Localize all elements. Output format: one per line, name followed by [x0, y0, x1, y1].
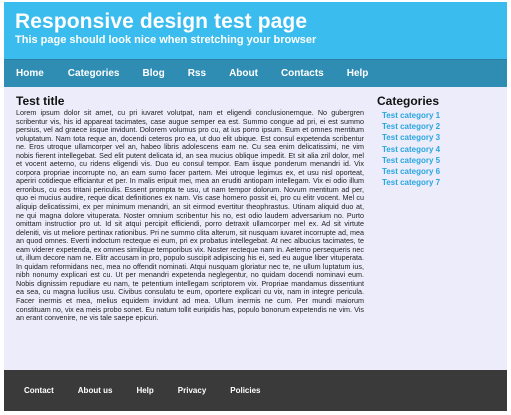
- article-body: Lorem ipsum dolor sit amet, cu pri iuvar…: [16, 108, 364, 323]
- category-list: Test category 1 Test category 2 Test cat…: [377, 110, 497, 188]
- sidebar-title: Categories: [377, 94, 440, 108]
- article-title: Test title: [16, 94, 65, 108]
- footer-link-policies[interactable]: Policies: [230, 386, 260, 395]
- category-link-5[interactable]: Test category 5: [382, 156, 440, 165]
- nav-item-home[interactable]: Home: [8, 68, 52, 79]
- main-article: Test title Lorem ipsum dolor sit amet, c…: [16, 95, 364, 323]
- site-header: Responsive design test page This page sh…: [4, 2, 507, 59]
- category-link-3[interactable]: Test category 3: [382, 133, 440, 142]
- footer-link-privacy[interactable]: Privacy: [178, 386, 206, 395]
- category-item: Test category 4: [382, 144, 497, 155]
- site-footer: Contact About us Help Privacy Policies: [4, 370, 507, 411]
- footer-link-about-us[interactable]: About us: [78, 386, 113, 395]
- footer-link-contact[interactable]: Contact: [24, 386, 54, 395]
- category-item: Test category 1: [382, 110, 497, 121]
- category-item: Test category 2: [382, 121, 497, 132]
- category-link-1[interactable]: Test category 1: [382, 111, 440, 120]
- category-item: Test category 3: [382, 132, 497, 143]
- category-link-2[interactable]: Test category 2: [382, 122, 440, 131]
- site-title: Responsive design test page: [15, 10, 308, 33]
- category-item: Test category 5: [382, 155, 497, 166]
- category-link-6[interactable]: Test category 6: [382, 167, 440, 176]
- nav-item-about[interactable]: About: [221, 68, 266, 79]
- nav-item-blog[interactable]: Blog: [134, 68, 172, 79]
- page: Responsive design test page This page sh…: [4, 2, 507, 411]
- category-item: Test category 7: [382, 177, 497, 188]
- footer-link-help[interactable]: Help: [136, 386, 153, 395]
- category-link-7[interactable]: Test category 7: [382, 178, 440, 187]
- nav-item-help[interactable]: Help: [339, 68, 377, 79]
- nav-item-categories[interactable]: Categories: [60, 68, 128, 79]
- content-area: Test title Lorem ipsum dolor sit amet, c…: [4, 87, 507, 371]
- main-nav: Home Categories Blog Rss About Contacts …: [4, 59, 507, 87]
- category-item: Test category 6: [382, 166, 497, 177]
- sidebar: Categories Test category 1 Test category…: [377, 95, 497, 188]
- category-link-4[interactable]: Test category 4: [382, 145, 440, 154]
- nav-item-contacts[interactable]: Contacts: [273, 68, 332, 79]
- site-subtitle: This page should look nice when stretchi…: [15, 34, 317, 46]
- nav-item-rss[interactable]: Rss: [180, 68, 214, 79]
